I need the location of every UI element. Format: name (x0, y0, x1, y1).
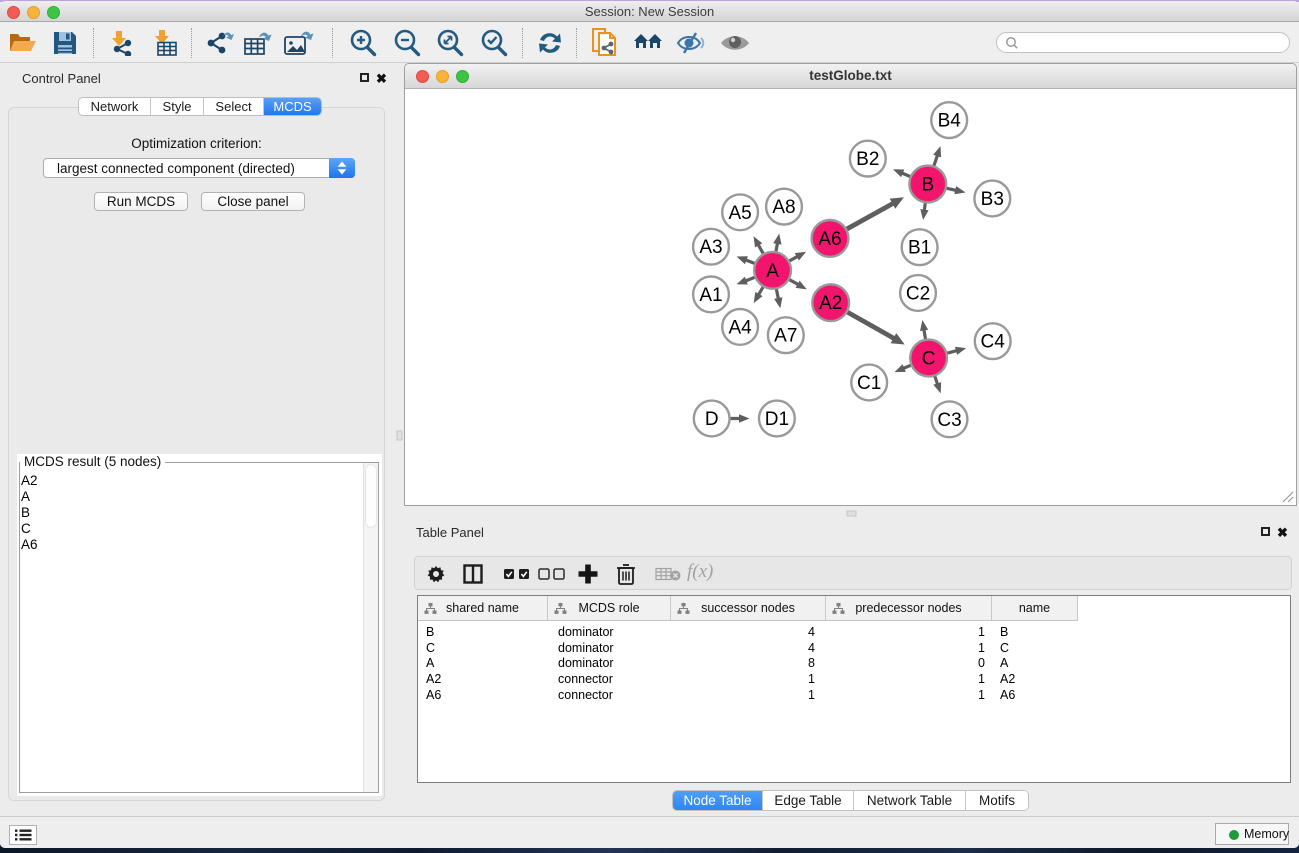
svg-text:A8: A8 (772, 197, 795, 218)
svg-text:B3: B3 (981, 189, 1004, 210)
svg-text:A3: A3 (699, 237, 722, 258)
svg-text:A5: A5 (728, 203, 751, 224)
svg-text:B1: B1 (908, 238, 931, 259)
svg-text:B: B (921, 175, 934, 196)
svg-text:D: D (705, 409, 719, 430)
svg-text:A4: A4 (728, 317, 752, 338)
svg-text:C: C (922, 349, 936, 370)
svg-text:C2: C2 (906, 284, 930, 305)
svg-text:A6: A6 (818, 229, 841, 250)
svg-text:B2: B2 (856, 149, 879, 170)
svg-text:A1: A1 (699, 285, 722, 306)
svg-text:B4: B4 (938, 111, 962, 132)
svg-text:A7: A7 (774, 326, 797, 347)
svg-text:D1: D1 (765, 409, 789, 430)
svg-text:C1: C1 (857, 373, 881, 394)
svg-text:A2: A2 (819, 293, 842, 314)
svg-text:C3: C3 (937, 410, 961, 431)
svg-text:C4: C4 (981, 332, 1006, 353)
svg-text:A: A (766, 261, 779, 282)
